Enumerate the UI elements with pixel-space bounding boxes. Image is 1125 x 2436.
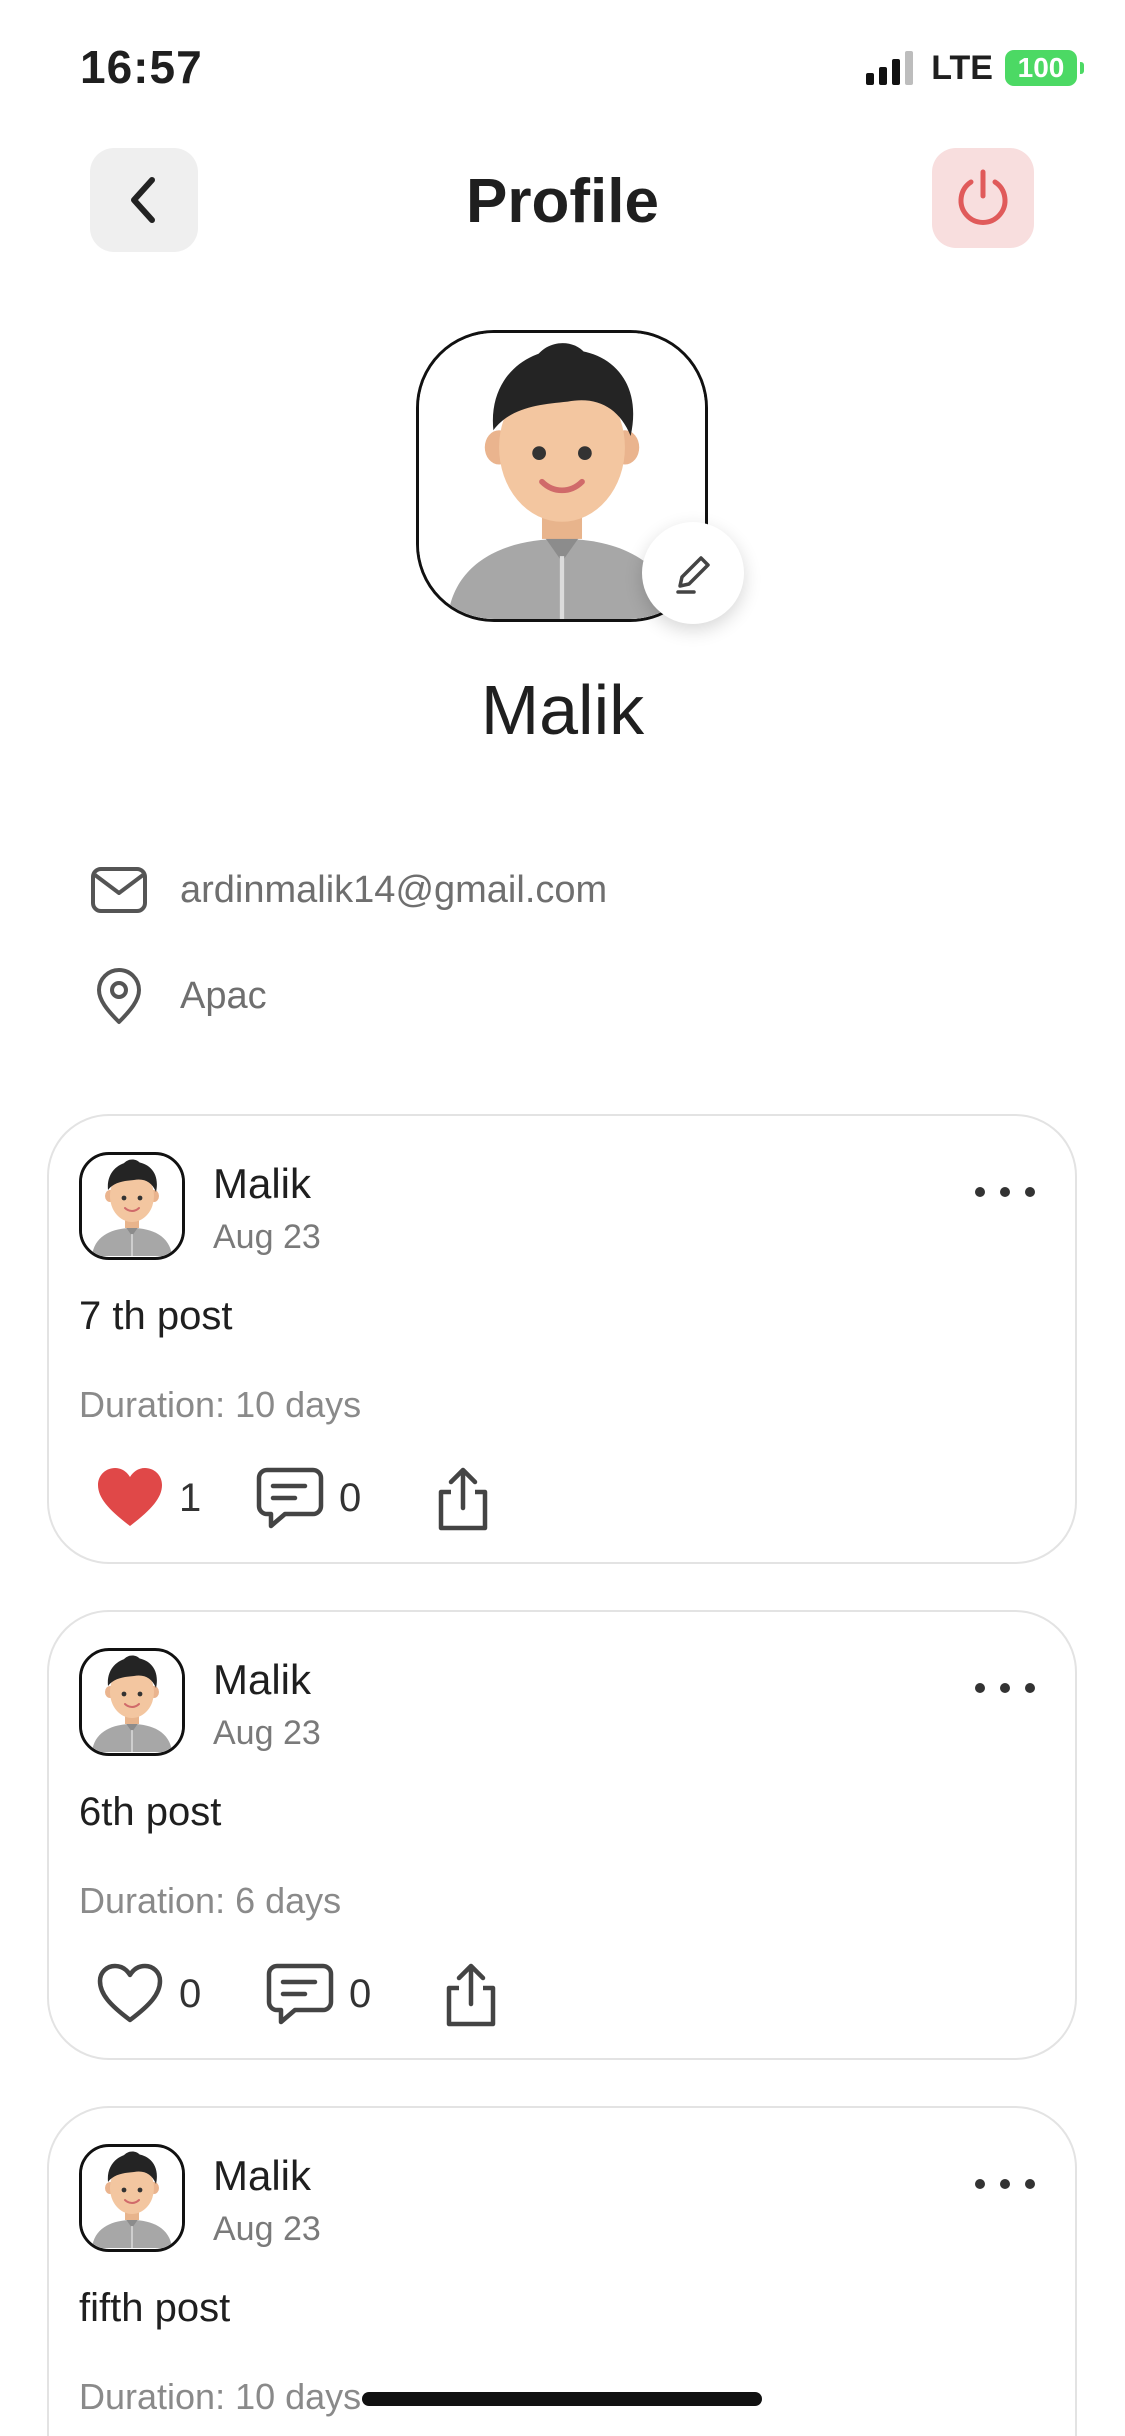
post-author-avatar [79,2144,185,2252]
location-pin-icon [88,966,150,1026]
comment-button[interactable]: 0 [255,1458,361,1538]
logout-button[interactable] [932,148,1034,248]
comment-icon [256,1467,324,1529]
like-count: 0 [179,1971,202,2016]
post-card[interactable]: Malik Aug 23 7 th post Duration: 10 days… [47,1114,1077,1564]
post-author-avatar [79,1152,185,1260]
post-actions: 1 0 [79,1458,679,1538]
home-indicator[interactable] [362,2392,762,2406]
share-icon [446,1963,496,2027]
post-actions: 0 0 [79,1954,679,2034]
power-icon [958,169,1008,225]
post-card[interactable]: Malik Aug 23 fifth post Duration: 10 day… [47,2106,1077,2436]
post-text: 7 th post [79,1294,233,1338]
comment-icon [266,1963,334,2025]
battery-level: 100 [1017,52,1065,83]
post-date: Aug 23 [213,1714,321,1752]
post-author-avatar [79,1648,185,1756]
location-text: Apac [180,974,267,1017]
network-type: LTE [931,48,993,87]
status-time: 16:57 [80,41,203,93]
post-author: Malik [213,1656,312,1703]
post-duration: Duration: 10 days [79,1384,362,1425]
post-card[interactable]: Malik Aug 23 6th post Duration: 6 days 0… [47,1610,1077,2060]
post-date: Aug 23 [213,1218,321,1256]
more-options-icon[interactable] [975,2174,1035,2194]
post-text: 6th post [79,1790,222,1834]
like-button[interactable]: 0 [95,1954,201,2034]
post-duration: Duration: 10 days [79,2376,362,2417]
status-bar: 16:57 LTE 100 [0,0,1125,140]
profile-avatar-container [416,330,744,624]
post-text: fifth post [79,2286,231,2330]
post-date: Aug 23 [213,2210,321,2248]
signal-icon [866,51,914,85]
more-options-icon[interactable] [975,1182,1035,1202]
profile-name: Malik [480,671,645,749]
heart-filled-icon [98,1468,162,1526]
battery-icon: 100 [1005,50,1084,86]
post-duration: Duration: 6 days [79,1880,342,1921]
comment-count: 0 [349,1971,372,2016]
comment-button[interactable]: 0 [265,1954,371,2034]
email-text: ardinmalik14@gmail.com [180,868,608,911]
post-author: Malik [213,1160,312,1207]
heart-outline-icon [97,1963,163,2023]
header: Profile [0,148,1125,252]
edit-avatar-button[interactable] [642,522,744,624]
share-icon [438,1467,488,1531]
post-author: Malik [213,2152,312,2199]
like-count: 1 [179,1475,202,1520]
email-row: ardinmalik14@gmail.com [88,860,607,920]
comment-count: 0 [339,1475,362,1520]
share-button[interactable] [439,1954,503,2034]
location-row: Apac [88,966,267,1026]
share-button[interactable] [431,1458,495,1538]
mail-icon [88,860,150,920]
pencil-icon [676,556,710,594]
status-indicators: LTE 100 [866,48,1084,88]
more-options-icon[interactable] [975,1678,1035,1698]
like-button[interactable]: 1 [95,1458,201,1538]
